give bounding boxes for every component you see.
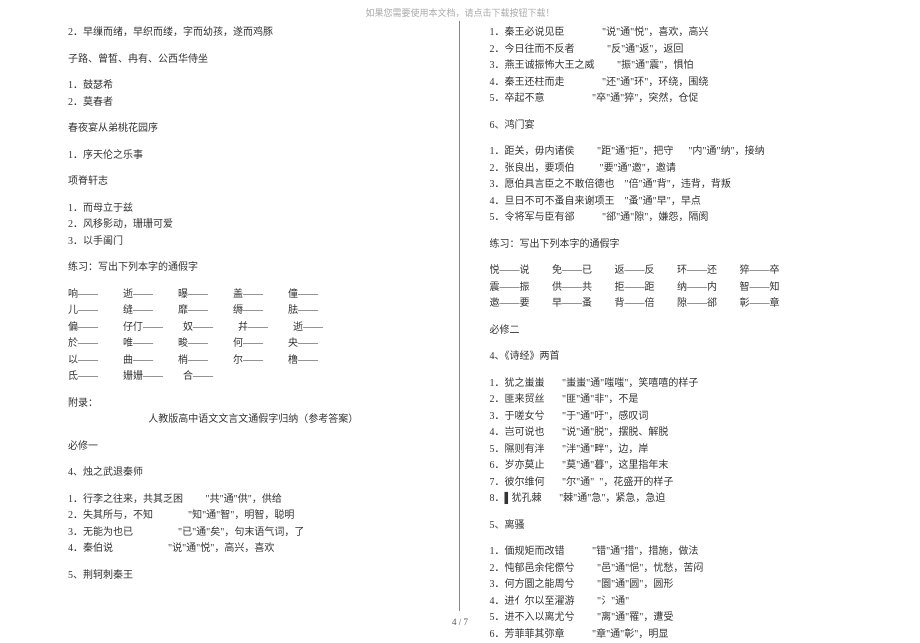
table-row: 儿—— 缝—— 靡—— 缛—— 胠—— <box>68 303 439 320</box>
answer-line: 3．燕王诚振怖大王之威 "振"通"震"，惧怕 <box>490 58 861 75</box>
text-line: 1．而母立于兹 <box>68 201 439 218</box>
text-line: 项脊轩志 <box>68 174 439 191</box>
page-content: 2．早缫而绪，早织而缕，字而幼孩，遂而鸡豚 子路、曾皙、冉有、公西华侍坐 1．鼓… <box>0 21 920 611</box>
answer-line: 4．秦伯说 "说"通"悦"，高兴，喜欢 <box>68 541 439 558</box>
answer-line: 1．偭规矩而改错 "错"通"措"，措施，做法 <box>490 544 861 561</box>
text-line: 4、烛之武退秦师 <box>68 465 439 482</box>
answer-line: 8．▌犹孔棘 "棘"通"急"，紧急，急迫 <box>490 491 861 508</box>
answer-line: 1．行李之往来，共其乏困 "共"通"供"，供给 <box>68 492 439 509</box>
text-line: 练习：写出下列本字的通假字 <box>68 260 439 277</box>
answer-line: 1．秦王必说见臣 "说"通"悦"，喜欢，高兴 <box>490 25 861 42</box>
table-row: 於—— 唯—— 畯—— 何—— 央—— <box>68 336 439 353</box>
table-row: 氐—— 姗姗—— 合—— <box>68 369 439 386</box>
answer-line: 5．隰则有泮 "泮"通"畔"，边，岸 <box>490 442 861 459</box>
answer-line: 2．匪来贸丝 "匪"通"非"，不是 <box>490 392 861 409</box>
text-line: 练习：写出下列本字的通假字 <box>490 237 861 254</box>
answer-line: 2．张良出，要项伯 "要"通"邀"，邀请 <box>490 161 861 178</box>
answer-line: 4．岂可说也 "说"通"脱"，摆脱、解脱 <box>490 425 861 442</box>
answer-line: 3．愿伯具言臣之不敢倍德也 "倍"通"背"，违背，背叛 <box>490 177 861 194</box>
answer-line: 1．犹之蚩蚩 "蚩蚩"通"嗤嗤"，笑嘻嘻的样子 <box>490 376 861 393</box>
answer-line: 2．失其所与，不知 "知"通"智"，明智，聪明 <box>68 508 439 525</box>
answer-line: 5．进不入以离尤兮 "离"通"罹"，遭受 <box>490 610 861 627</box>
table-row: 震——振 供——共 拒——距 纳——内 智——知 <box>490 280 861 297</box>
answer-line: 5．令将军与臣有郤 "郤"通"隙"，嫌怨，隔阂 <box>490 210 861 227</box>
answer-line: 3．于嗟女兮 "于"通"吁"，感叹词 <box>490 409 861 426</box>
text-line: 必修二 <box>490 323 861 340</box>
text-line: 春夜宴从弟桃花园序 <box>68 121 439 138</box>
text-line: 子路、曾皙、冉有、公西华侍坐 <box>68 52 439 69</box>
answer-line: 3．无能为也已 "已"通"矣"，句末语气词，了 <box>68 525 439 542</box>
section-title: 人教版高中语文文言文通假字归纳（参考答案） <box>68 412 439 429</box>
text-line: 必修一 <box>68 439 439 456</box>
answer-line: 4．秦王还柱而走 "还"通"环"，环绕，围绕 <box>490 75 861 92</box>
table-row: 邀——要 早——蚤 背——倍 隙——郤 彰——章 <box>490 296 861 313</box>
answer-line: 5．卒起不意 "卒"通"猝"，突然，仓促 <box>490 91 861 108</box>
text-line: 1．序天伦之乐事 <box>68 148 439 165</box>
text-line: 1．鼓瑟希 <box>68 78 439 95</box>
right-column: 1．秦王必说见臣 "说"通"悦"，喜欢，高兴 2．今日往而不反者 "反"通"返"… <box>460 21 881 611</box>
answer-line: 4．进亻尔以至濯游 "氵"通" <box>490 594 861 611</box>
answer-line: 4．旦日不可不蚤自来谢项王 "蚤"通"早"，早点 <box>490 194 861 211</box>
left-column: 2．早缫而绪，早织而缕，字而幼孩，遂而鸡豚 子路、曾皙、冉有、公西华侍坐 1．鼓… <box>60 21 460 611</box>
answer-line: 2．今日往而不反者 "反"通"返"，返回 <box>490 42 861 59</box>
answer-line: 2．忳郁邑余侘傺兮 "邑"通"悒"，忧愁，苦闷 <box>490 561 861 578</box>
text-line: 2．早缫而绪，早织而缕，字而幼孩，遂而鸡豚 <box>68 25 439 42</box>
text-line: 5、荆轲刺秦王 <box>68 568 439 585</box>
answer-line: 7．彼尔维何 "尔"通" "，花盛开的样子 <box>490 475 861 492</box>
text-line: 3．以手阖门 <box>68 234 439 251</box>
top-notice: 如果您需要使用本文档，请点击下载按钮下载！ <box>0 0 920 21</box>
text-line: 2．风移影动，珊珊可爱 <box>68 217 439 234</box>
text-line: 6、鸿门宴 <box>490 118 861 135</box>
text-line: 2．莫春者 <box>68 95 439 112</box>
answer-line: 3．何方圜之能周兮 "圜"通"圆"，圆形 <box>490 577 861 594</box>
answer-line: 6．芳菲菲其弥章 "章"通"彰"，明显 <box>490 627 861 643</box>
answer-line: 6．岁亦莫止 "莫"通"暮"，这里指年末 <box>490 458 861 475</box>
table-row: 悦——说 免——已 返——反 环——还 猝——卒 <box>490 263 861 280</box>
text-line: 5、离骚 <box>490 518 861 535</box>
table-row: 以—— 曲—— 梢—— 尔—— 橹—— <box>68 353 439 370</box>
text-line: 附录： <box>68 396 439 413</box>
table-row: 响—— 逝—— 曝—— 盖—— 僮—— <box>68 287 439 304</box>
answer-line: 1．距关，毋内诸侯 "距"通"拒"，把守 "内"通"纳"，接纳 <box>490 144 861 161</box>
text-line: 4、《诗经》两首 <box>490 349 861 366</box>
table-row: 偏—— 仔仃—— 奴—— 幷—— 逝—— <box>68 320 439 337</box>
